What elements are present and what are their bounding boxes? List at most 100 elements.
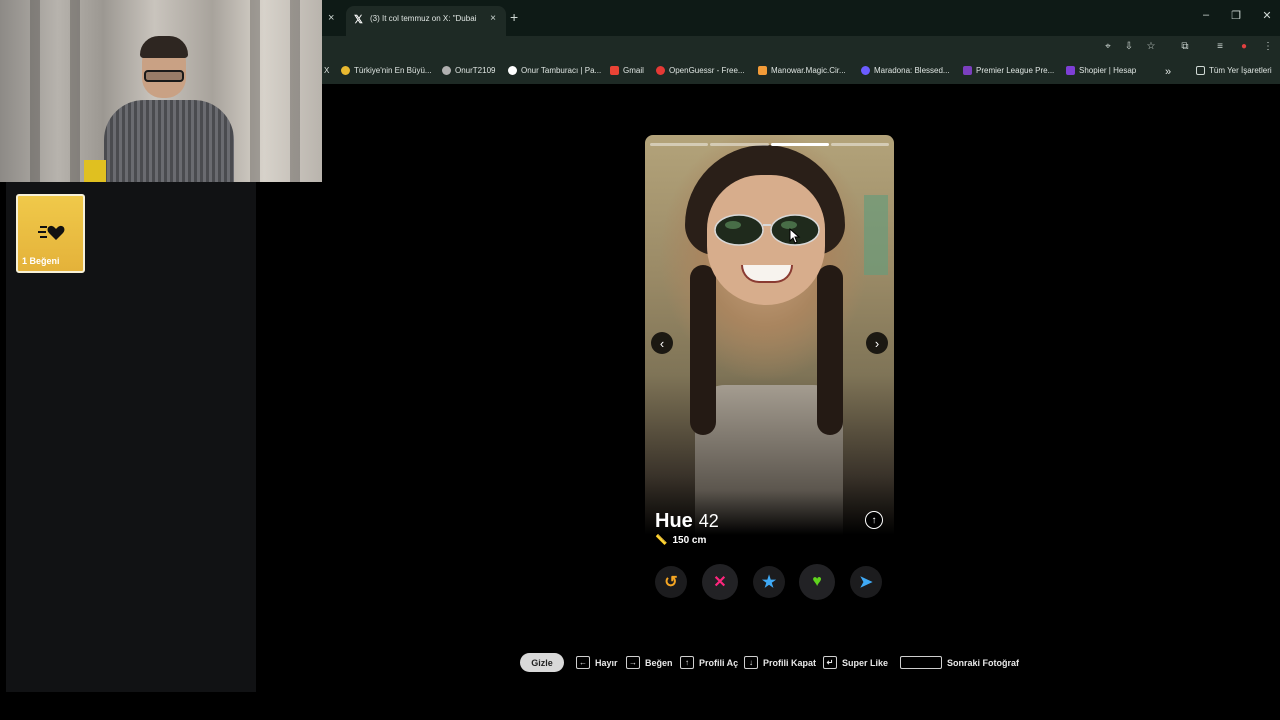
bookmark-item[interactable]: OnurT2109: [442, 66, 495, 75]
bookmark-favicon-icon: [656, 66, 665, 75]
bookmark-item[interactable]: Maradona: Blessed...: [861, 66, 950, 75]
super-like-button[interactable]: ★: [753, 566, 785, 598]
shortcut-nope: ← Hayır: [576, 656, 618, 669]
up-arrow-key-icon: ↑: [680, 656, 694, 669]
location-icon[interactable]: ⌖: [1101, 41, 1115, 52]
streamer-glasses: [144, 70, 184, 82]
profile-icon[interactable]: ●: [1237, 41, 1251, 52]
all-bookmarks[interactable]: Tüm Yer İşaretleri: [1196, 66, 1272, 75]
browser-toolbar: ⌖ ⇩ ☆ ⧉ ≡ ● ⋮: [322, 36, 1280, 60]
bookmark-label: Türkiye'nin En Büyü...: [354, 66, 432, 75]
active-tab[interactable]: 𝕏 (3) It col temmuz on X: "Dubai ×: [346, 6, 506, 36]
rewind-icon: ↺: [664, 574, 678, 591]
bookmark-label: Premier League Pre...: [976, 66, 1055, 75]
bookmark-label: X: [324, 66, 330, 75]
bookmark-favicon-icon: [1066, 66, 1075, 75]
previous-photo-button[interactable]: ‹: [651, 332, 673, 354]
curtain-fold: [70, 0, 80, 182]
media-icon[interactable]: ≡: [1213, 41, 1227, 52]
bookmark-label: Shopier | Hesap: [1079, 66, 1137, 75]
bookmark-favicon-icon: [508, 66, 517, 75]
install-icon[interactable]: ⇩: [1122, 41, 1136, 52]
x-icon: ✕: [713, 574, 727, 591]
bookmark-item[interactable]: Shopier | Hesap: [1066, 66, 1136, 75]
new-tab-icon[interactable]: +: [510, 9, 518, 25]
nope-button[interactable]: ✕: [702, 564, 738, 600]
profile-card[interactable]: ‹ › Hue 42 ↑ 📏 150 cm: [645, 135, 894, 600]
height-row: 📏 150 cm: [655, 535, 706, 546]
like-button[interactable]: ♥: [799, 564, 835, 600]
shortcut-super-like: ↵ Super Like: [823, 656, 888, 669]
close-window-icon[interactable]: ✕: [1257, 9, 1277, 22]
folder-icon: [1196, 66, 1205, 75]
bookmark-favicon-icon: [758, 66, 767, 75]
desk-item: [84, 160, 106, 182]
sunglasses: [714, 214, 820, 246]
shortcut-like: → Beğen: [626, 656, 673, 669]
all-bookmarks-label: Tüm Yer İşaretleri: [1209, 66, 1272, 75]
hide-shortcuts-button[interactable]: Gizle: [520, 653, 564, 672]
shortcut-open-profile: ↑ Profili Aç: [680, 656, 738, 669]
tab-close-icon[interactable]: ×: [490, 13, 496, 24]
photo-progress-segment: [650, 143, 709, 146]
chevron-right-icon: ›: [874, 335, 880, 351]
left-braid: [690, 265, 716, 435]
shortcut-label: Super Like: [842, 657, 889, 668]
bookmark-item[interactable]: Onur Tamburacı | Pa...: [508, 66, 601, 75]
boost-button[interactable]: ➤: [850, 566, 882, 598]
curtain-fold: [250, 0, 260, 182]
rewind-button[interactable]: ↺: [655, 566, 687, 598]
bookmark-label: OpenGuessr - Free...: [669, 66, 745, 75]
menu-icon[interactable]: ⋮: [1261, 41, 1275, 52]
tab-title: (3) It col temmuz on X: "Dubai: [370, 14, 477, 23]
left-arrow-key-icon: ←: [576, 656, 590, 669]
profile-height: 150 cm: [672, 535, 707, 546]
likes-count-label: 1 Beğeni: [22, 256, 60, 266]
photo-progress-segment: [710, 143, 769, 146]
profile-photo: [645, 135, 894, 535]
minimize-icon[interactable]: –: [1196, 9, 1216, 21]
bookmark-label: Gmail: [623, 66, 644, 75]
screen: 1 Beğeni × 𝕏 (3) It col temmuz on X: "Du…: [0, 0, 1280, 720]
bookmark-item[interactable]: Premier League Pre...: [963, 66, 1054, 75]
shortcut-close-profile: ↓ Profili Kapat: [744, 656, 816, 669]
bookmark-x[interactable]: X: [324, 66, 329, 75]
bookmark-item[interactable]: Gmail: [610, 66, 644, 75]
mouse-cursor-icon: [789, 228, 801, 244]
right-arrow-key-icon: →: [626, 656, 640, 669]
bookmark-label: OnurT2109: [455, 66, 496, 75]
bookmarks-bar: X Türkiye'nin En Büyü... OnurT2109 Onur …: [322, 60, 1280, 84]
send-icon: ➤: [859, 574, 873, 591]
up-arrow-icon: ↑: [871, 514, 877, 526]
browser-tabbar: × 𝕏 (3) It col temmuz on X: "Dubai × + –…: [322, 0, 1280, 36]
open-profile-button[interactable]: ↑: [865, 511, 883, 529]
curtain-fold: [290, 0, 300, 182]
down-arrow-key-icon: ↓: [744, 656, 758, 669]
photo-progress-bar: [650, 143, 889, 146]
fast-heart-icon: [38, 225, 65, 240]
bookmark-item[interactable]: Türkiye'nin En Büyü...: [341, 66, 432, 75]
photo-progress-segment-active: [770, 143, 829, 146]
webcam-overlay: [0, 0, 322, 182]
chevron-left-icon: ‹: [659, 335, 665, 351]
profile-age: 42: [698, 511, 719, 531]
extensions-icon[interactable]: ⧉: [1178, 41, 1192, 52]
next-photo-button[interactable]: ›: [866, 332, 888, 354]
previous-tab-close-icon[interactable]: ×: [328, 12, 334, 24]
photo-progress-segment: [830, 143, 889, 146]
bookmark-favicon-icon: [442, 66, 451, 75]
bookmark-item[interactable]: OpenGuessr - Free...: [656, 66, 745, 75]
likes-card[interactable]: 1 Beğeni: [16, 194, 85, 273]
streamer-body: [104, 100, 234, 182]
star-icon[interactable]: ☆: [1144, 41, 1158, 52]
heart-icon: ♥: [812, 573, 822, 590]
shortcut-label: Sonraki Fotoğraf: [947, 657, 1020, 668]
shortcut-label: Hayır: [595, 657, 618, 668]
profile-name: Hue: [655, 510, 693, 532]
action-bar: ↺ ✕ ★ ♥ ➤: [645, 563, 894, 601]
restore-icon[interactable]: ❐: [1226, 9, 1246, 22]
bookmark-label: Maradona: Blessed...: [874, 66, 950, 75]
shortcut-label: Profili Kapat: [763, 657, 817, 668]
bookmark-item[interactable]: Manowar.Magic.Cir...: [758, 66, 846, 75]
bookmarks-overflow-icon[interactable]: »: [1165, 66, 1171, 78]
